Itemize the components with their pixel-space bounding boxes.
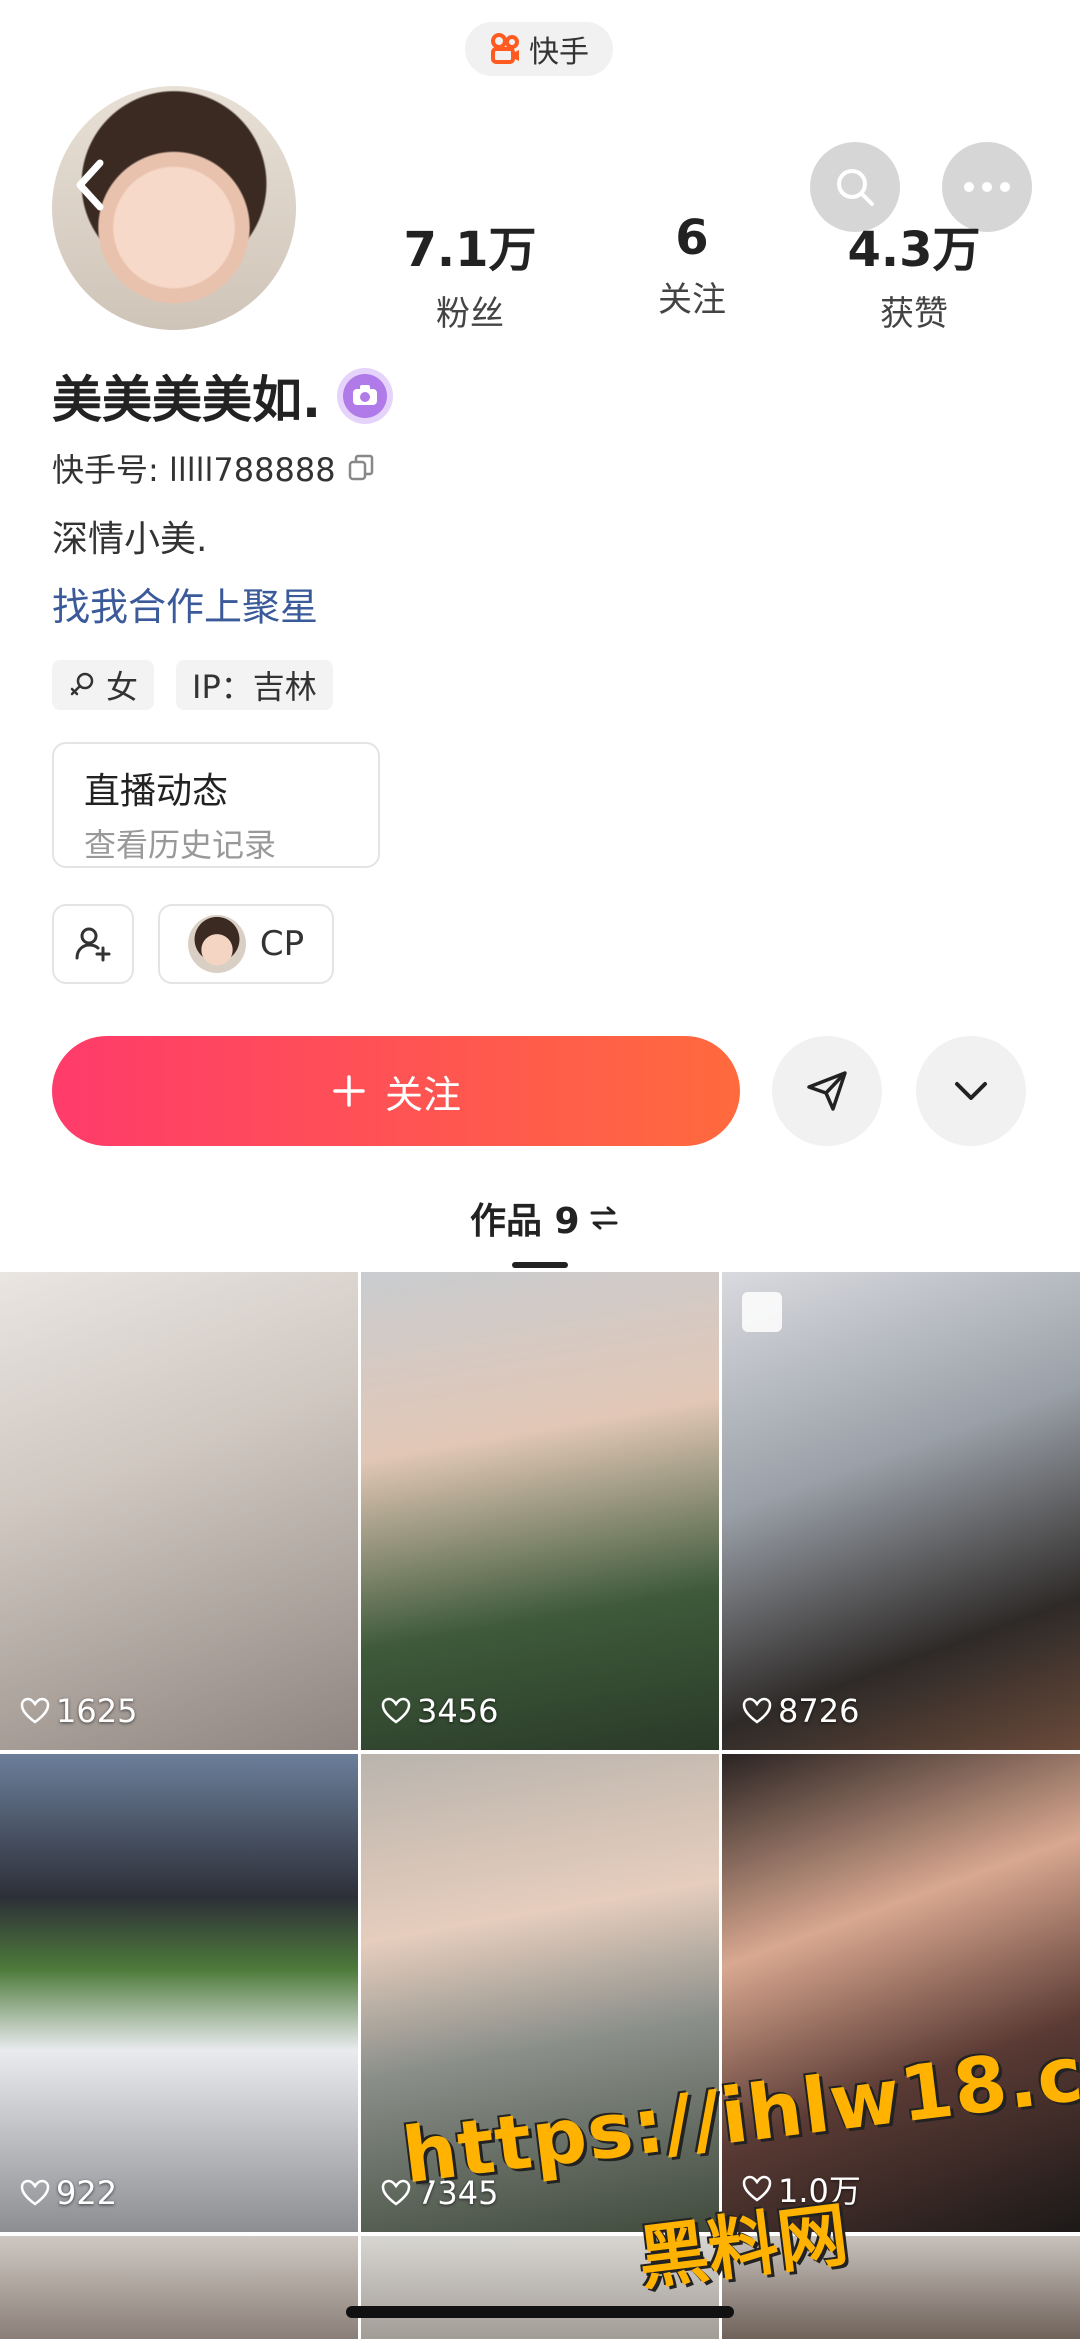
- work-tile[interactable]: 3456: [361, 1272, 719, 1750]
- verified-badge-icon[interactable]: [337, 368, 393, 424]
- ip-tag: IP：吉林: [176, 660, 333, 710]
- likes-count: 922: [20, 2174, 117, 2212]
- stat-label: 粉丝: [436, 294, 504, 334]
- live-history-card[interactable]: 直播动态 查看历史记录: [52, 742, 380, 868]
- back-button[interactable]: [60, 150, 120, 220]
- swap-icon[interactable]: [588, 1205, 620, 1231]
- search-icon: [837, 169, 874, 206]
- follow-label: 关注: [384, 1072, 461, 1117]
- add-user-icon: [75, 927, 111, 962]
- works-tab-label: 作品 9: [470, 1201, 580, 1242]
- heart-icon: [742, 1697, 772, 1724]
- expand-button[interactable]: [916, 1036, 1026, 1146]
- likes-value: 3456: [417, 1692, 499, 1730]
- tab-underline: [512, 1262, 568, 1268]
- likes-value: 922: [56, 2174, 118, 2212]
- work-tile[interactable]: [0, 2236, 358, 2339]
- cp-label: CP: [259, 924, 305, 964]
- send-message-button[interactable]: [772, 1036, 882, 1146]
- bio: 深情小美.: [52, 519, 208, 560]
- stat-following[interactable]: 6 关注: [602, 210, 782, 321]
- work-tile[interactable]: 922: [0, 1754, 358, 2232]
- chevron-down-icon: [955, 1082, 987, 1100]
- likes-value: 8726: [778, 1692, 860, 1730]
- cooperation-link[interactable]: 找我合作上聚星: [52, 576, 318, 631]
- stat-followers[interactable]: 7.1万 粉丝: [380, 210, 560, 335]
- home-indicator: [346, 2306, 734, 2318]
- heart-icon: [20, 2179, 50, 2206]
- live-card-subtitle: 查看历史记录: [84, 826, 277, 864]
- follow-button[interactable]: 关注: [52, 1036, 740, 1146]
- work-tile[interactable]: 1625: [0, 1272, 358, 1750]
- copy-icon[interactable]: [346, 453, 376, 483]
- work-tile[interactable]: 1.0万: [722, 1754, 1080, 2232]
- kuaishou-id-text: 快手号: lllll788888: [52, 451, 336, 489]
- add-friend-button[interactable]: [52, 904, 134, 984]
- stat-value: 7.1万: [403, 222, 537, 278]
- live-card-title: 直播动态: [84, 771, 229, 812]
- app-badge-label: 快手: [529, 35, 589, 70]
- heart-icon: [381, 1697, 411, 1724]
- stat-label: 关注: [658, 280, 726, 320]
- likes-count: 3456: [381, 1692, 498, 1730]
- female-icon: [70, 672, 94, 696]
- heart-icon: [20, 1697, 50, 1724]
- cp-avatar: [187, 915, 246, 973]
- gender-tag-label: 女: [106, 668, 139, 706]
- likes-count: 8726: [742, 1692, 859, 1730]
- nickname-text: 美美美美如.: [52, 371, 321, 429]
- stat-value: 6: [675, 210, 709, 266]
- stat-value: 4.3万: [847, 222, 981, 278]
- app-badge: 快手: [465, 22, 613, 76]
- image-post-icon: [742, 1292, 782, 1332]
- kuaishou-logo-icon: [489, 33, 521, 65]
- likes-value: 1625: [56, 1692, 138, 1730]
- plus-icon: [333, 1075, 365, 1107]
- send-icon: [807, 1071, 847, 1111]
- stat-likes[interactable]: 4.3万 获赞: [824, 210, 1004, 335]
- cp-button[interactable]: CP: [158, 904, 334, 984]
- ip-tag-label: IP：吉林: [192, 668, 317, 706]
- more-dots-icon: [964, 182, 1010, 192]
- kuaishou-id: 快手号: lllll788888: [52, 445, 376, 491]
- likes-count: 1625: [20, 1692, 137, 1730]
- chevron-left-icon: [76, 159, 104, 211]
- stat-label: 获赞: [880, 294, 948, 334]
- work-tile[interactable]: 8726: [722, 1272, 1080, 1750]
- gender-tag: 女: [52, 660, 155, 710]
- tab-works[interactable]: 作品 9: [470, 1192, 620, 1244]
- nickname: 美美美美如.: [52, 360, 393, 432]
